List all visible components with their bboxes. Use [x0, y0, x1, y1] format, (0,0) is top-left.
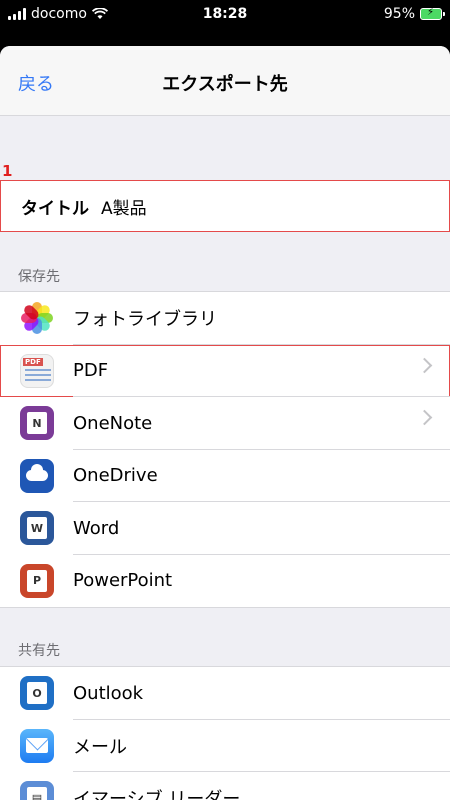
- navigation-bar: 戻る エクスポート先: [0, 46, 450, 116]
- export-sheet: 戻る エクスポート先 1 タイトル A製品 保存先 2 フォトライブラリ P: [0, 46, 450, 800]
- list-item-pdf[interactable]: PDF PDF: [0, 344, 450, 397]
- list-item-word[interactable]: W Word: [0, 502, 450, 555]
- list-item-label: Word: [73, 517, 120, 539]
- photos-icon: [20, 301, 54, 336]
- list-item-label: OneDrive: [73, 465, 158, 487]
- list-item-photo-library[interactable]: フォトライブラリ: [0, 292, 450, 345]
- share-destination-list: O Outlook メール ▤ イマーシブ リーダー: [0, 666, 450, 800]
- title-label: タイトル: [21, 198, 89, 219]
- list-item-outlook[interactable]: O Outlook: [0, 667, 450, 720]
- list-item-label: OneNote: [73, 412, 153, 434]
- clock: 18:28: [202, 6, 248, 22]
- page-title: エクスポート先: [162, 74, 288, 95]
- list-item-immersive-reader[interactable]: ▤ イマーシブ リーダー: [0, 772, 450, 800]
- annotation-marker-1: 1: [2, 162, 13, 180]
- list-item-label: イマーシブ リーダー: [73, 789, 241, 800]
- list-item-label: メール: [73, 736, 127, 758]
- list-item-onenote[interactable]: N OneNote: [0, 397, 450, 450]
- battery-icon: ⚡: [420, 7, 445, 20]
- battery-percent: 95%: [383, 6, 415, 22]
- outlook-icon: O: [20, 676, 54, 711]
- powerpoint-icon: P: [20, 563, 54, 598]
- title-value: A製品: [101, 198, 147, 219]
- word-icon: W: [20, 511, 54, 546]
- title-field[interactable]: タイトル A製品: [0, 180, 450, 232]
- immersive-reader-icon: ▤: [20, 781, 54, 800]
- chevron-right-icon: [416, 409, 433, 426]
- list-item-mail[interactable]: メール: [0, 720, 450, 772]
- save-section-header: 保存先: [18, 269, 60, 285]
- onedrive-icon: [20, 458, 54, 493]
- save-destination-list: フォトライブラリ PDF PDF N OneNote OneDrive W Wo…: [0, 291, 450, 608]
- list-item-onedrive[interactable]: OneDrive: [0, 450, 450, 502]
- share-section-header: 共有先: [18, 643, 60, 659]
- list-item-label: PowerPoint: [73, 570, 173, 592]
- list-item-powerpoint[interactable]: P PowerPoint: [0, 555, 450, 608]
- list-item-label: Outlook: [73, 682, 144, 704]
- mail-icon: [20, 728, 54, 763]
- list-item-label: PDF: [73, 360, 109, 382]
- onenote-icon: N: [20, 406, 54, 441]
- status-bar: docomo 18:28 95% ⚡: [0, 0, 450, 30]
- pdf-icon: PDF: [20, 353, 54, 388]
- list-item-label: フォトライブラリ: [73, 309, 217, 331]
- chevron-right-icon: [416, 357, 433, 373]
